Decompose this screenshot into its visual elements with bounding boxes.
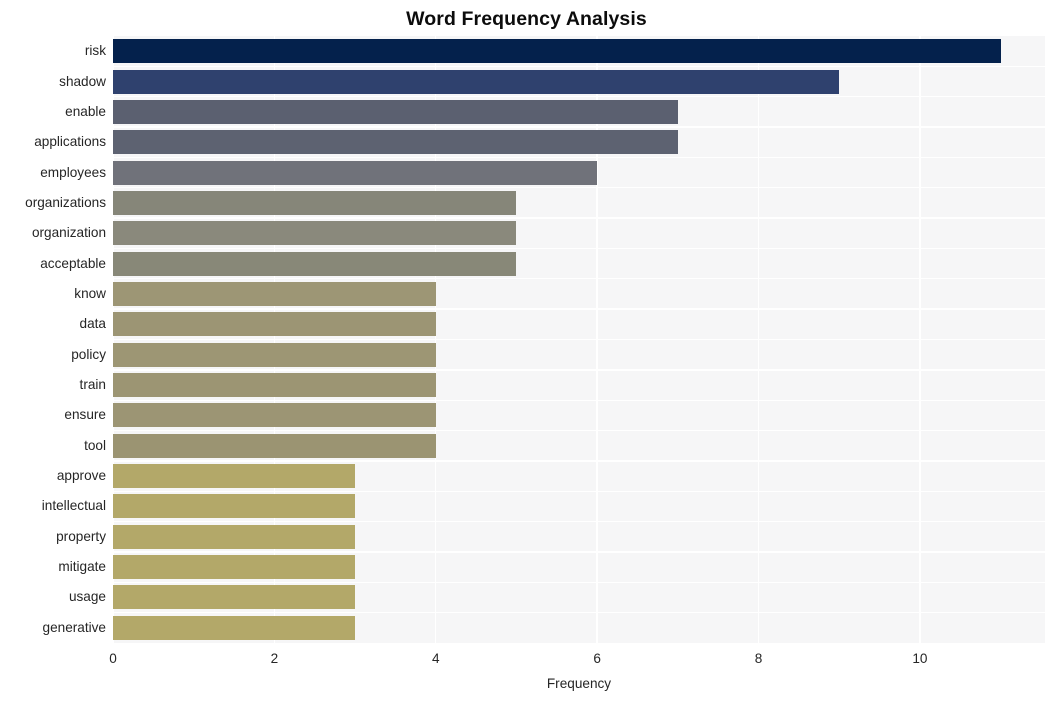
bar-row[interactable] [113, 524, 1045, 549]
bars-layer [113, 36, 1045, 643]
bar-row[interactable] [113, 585, 1045, 610]
x-tick-label-10: 10 [912, 651, 928, 666]
bar-applications[interactable] [113, 130, 678, 155]
bar-row[interactable] [113, 99, 1045, 124]
bar-usage[interactable] [113, 585, 356, 610]
y-tick-label-applications: applications [34, 134, 106, 150]
y-tick-label-tool: tool [84, 437, 106, 453]
bar-row[interactable] [113, 281, 1045, 306]
y-tick-label-ensure: ensure [64, 407, 106, 423]
x-axis-ticks: 0 2 4 6 8 10 [109, 650, 1045, 672]
bar-row[interactable] [113, 433, 1045, 458]
bar-mitigate[interactable] [113, 555, 356, 580]
bar-row[interactable] [113, 342, 1045, 367]
y-tick-label-employees: employees [40, 164, 106, 180]
bar-row[interactable] [113, 403, 1045, 428]
y-tick-label-shadow: shadow [59, 73, 106, 89]
bar-row[interactable] [113, 494, 1045, 519]
bar-row[interactable] [113, 615, 1045, 640]
y-tick-label-train: train [79, 377, 106, 393]
bar-row[interactable] [113, 251, 1045, 276]
y-tick-label-generative: generative [42, 619, 106, 635]
bar-row[interactable] [113, 464, 1045, 489]
bar-generative[interactable] [113, 615, 356, 640]
bar-row[interactable] [113, 373, 1045, 397]
y-tick-label-enable: enable [65, 103, 106, 119]
bar-row[interactable] [113, 555, 1045, 580]
bar-row[interactable] [113, 39, 1045, 64]
y-tick-label-know: know [74, 285, 106, 301]
bar-ensure[interactable] [113, 403, 436, 428]
x-tick-label-6: 6 [593, 651, 601, 666]
y-tick-label-organizations: organizations [25, 194, 106, 210]
bar-policy[interactable] [113, 342, 436, 367]
y-tick-label-data: data [79, 316, 106, 332]
x-tick-label-8: 8 [754, 651, 763, 666]
bar-employees[interactable] [113, 160, 598, 185]
bar-organizations[interactable] [113, 190, 517, 215]
y-tick-label-mitigate: mitigate [58, 559, 106, 575]
y-tick-label-property: property [56, 528, 106, 544]
y-tick-label-acceptable: acceptable [40, 255, 106, 271]
bar-row[interactable] [113, 221, 1045, 246]
y-axis-labels: risk shadow enable applications employees org… [0, 36, 106, 643]
bar-shadow[interactable] [113, 69, 840, 94]
bar-acceptable[interactable] [113, 251, 517, 276]
bar-know[interactable] [113, 281, 436, 306]
x-axis-label: Frequency [546, 676, 612, 691]
x-tick-label-4: 4 [431, 651, 440, 666]
bar-tool[interactable] [113, 433, 436, 458]
bar-row[interactable] [113, 130, 1045, 155]
y-tick-label-policy: policy [71, 346, 106, 362]
bar-data[interactable] [113, 312, 436, 337]
bar-row[interactable] [113, 190, 1045, 215]
bar-property[interactable] [113, 524, 356, 549]
bar-row[interactable] [113, 312, 1045, 337]
bar-row[interactable] [113, 160, 1045, 185]
y-tick-label-risk: risk [84, 43, 106, 59]
chart-title: Word Frequency Analysis [406, 8, 647, 30]
plot-area [112, 36, 1045, 643]
x-tick-label-2: 2 [270, 651, 279, 666]
y-tick-label-usage: usage [68, 589, 106, 605]
x-tick-label-0: 0 [109, 651, 117, 666]
bar-row[interactable] [113, 69, 1045, 94]
word-frequency-chart: Word Frequency Analysis risk shadow enable… [0, 0, 1053, 701]
bar-approve[interactable] [113, 464, 356, 489]
bar-risk[interactable] [113, 39, 1001, 64]
y-tick-label-intellectual: intellectual [41, 498, 106, 514]
bar-train[interactable] [113, 373, 436, 397]
y-tick-label-organization: organization [31, 225, 106, 241]
bar-enable[interactable] [113, 99, 678, 124]
bar-organization[interactable] [113, 221, 517, 246]
y-tick-label-approve: approve [56, 468, 106, 484]
bar-intellectual[interactable] [113, 494, 356, 519]
